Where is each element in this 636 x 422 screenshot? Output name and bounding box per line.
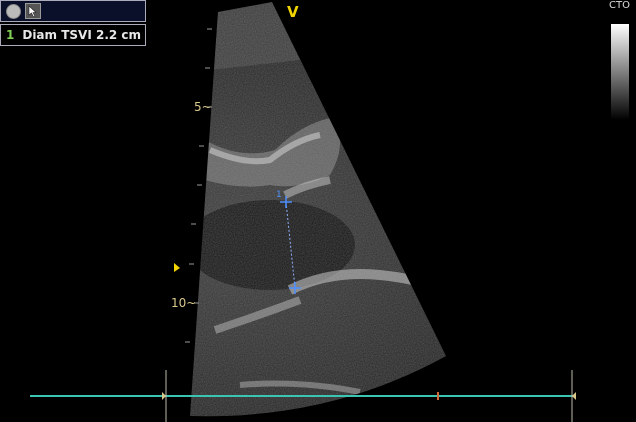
measurement-result: 1 Diam TSVI 2.2 cm [0, 24, 146, 46]
ultrasound-view: 1 [30, 2, 576, 422]
orientation-marker: V [287, 3, 299, 21]
gray-map-label: CTO [609, 0, 630, 11]
depth-label-10: 10~ [171, 296, 197, 310]
gray-scale-bar [611, 24, 629, 120]
depth-label-5: 5~ [194, 100, 212, 114]
focus-marker-icon[interactable] [174, 263, 180, 272]
measurement-index: 1 [6, 28, 15, 42]
measurement-text: Diam TSVI 2.2 cm [22, 28, 142, 42]
image-sector [190, 2, 446, 417]
circle-tool-icon [5, 3, 21, 19]
caliper-index-label: 1 [276, 190, 282, 200]
toolbar [0, 0, 146, 22]
pointer-tool-button[interactable] [25, 3, 41, 19]
circle-tool-button[interactable] [5, 3, 21, 19]
pointer-tool-icon [28, 5, 37, 18]
